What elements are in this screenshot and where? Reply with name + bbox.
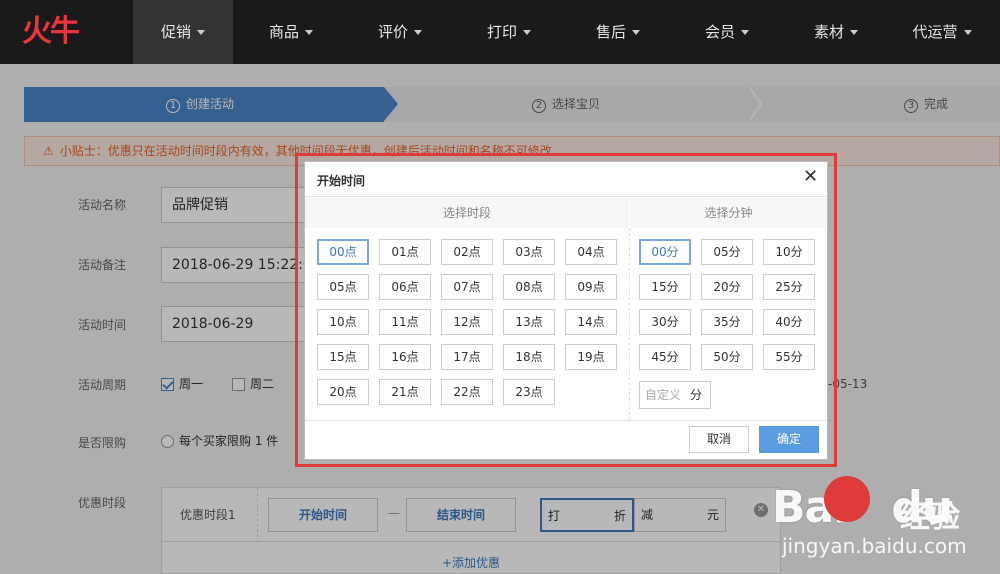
hour-option[interactable]: 06点 bbox=[379, 274, 431, 300]
divider bbox=[629, 228, 630, 420]
nav-label: 会员 bbox=[704, 23, 735, 41]
watermark-url: jingyan.baidu.com bbox=[782, 534, 967, 558]
hour-option[interactable]: 13点 bbox=[503, 309, 555, 335]
custom-placeholder: 自定义 bbox=[645, 388, 682, 402]
hour-option[interactable]: 14点 bbox=[565, 309, 617, 335]
minute-option[interactable]: 25分 bbox=[763, 274, 815, 300]
caret-down-icon bbox=[523, 30, 531, 35]
close-icon[interactable]: ✕ bbox=[803, 168, 818, 186]
caret-down-icon bbox=[197, 30, 205, 35]
minute-option[interactable]: 00分 bbox=[639, 239, 691, 265]
minute-option[interactable]: 10分 bbox=[763, 239, 815, 265]
hour-option[interactable]: 07点 bbox=[441, 274, 493, 300]
nav-label: 评价 bbox=[377, 23, 408, 41]
paw-icon bbox=[824, 476, 870, 522]
nav-label: 促销 bbox=[160, 23, 191, 41]
caret-down-icon bbox=[632, 30, 640, 35]
caret-down-icon bbox=[741, 30, 749, 35]
caret-down-icon bbox=[963, 30, 972, 35]
hour-option[interactable]: 17点 bbox=[441, 344, 493, 370]
minute-option[interactable]: 30分 bbox=[639, 309, 691, 335]
nav-item-material[interactable]: 素材 bbox=[786, 0, 886, 64]
minute-option[interactable]: 50分 bbox=[701, 344, 753, 370]
hour-option[interactable]: 23点 bbox=[503, 379, 555, 405]
nav-item-member[interactable]: 会员 bbox=[677, 0, 777, 64]
nav-item-print[interactable]: 打印 bbox=[459, 0, 559, 64]
hour-option[interactable]: 22点 bbox=[441, 379, 493, 405]
minute-option[interactable]: 55分 bbox=[763, 344, 815, 370]
minute-header: 选择分钟 bbox=[630, 198, 827, 228]
nav-label: 素材 bbox=[813, 23, 844, 41]
hour-option[interactable]: 12点 bbox=[441, 309, 493, 335]
caret-down-icon bbox=[850, 30, 858, 35]
minute-option[interactable]: 05分 bbox=[701, 239, 753, 265]
hour-option[interactable]: 19点 bbox=[565, 344, 617, 370]
nav-item-agency[interactable]: 代运营 bbox=[892, 0, 992, 64]
minute-option[interactable]: 15分 bbox=[639, 274, 691, 300]
top-nav: 火牛 促销 商品 评价 打印 售后 会员 素材 代运营 bbox=[0, 0, 1000, 64]
nav-item-promotion[interactable]: 促销 bbox=[133, 0, 233, 64]
custom-minute-input[interactable]: 自定义 分 bbox=[639, 381, 711, 409]
nav-item-goods[interactable]: 商品 bbox=[241, 0, 341, 64]
minute-option[interactable]: 45分 bbox=[639, 344, 691, 370]
nav-item-aftersale[interactable]: 售后 bbox=[568, 0, 668, 64]
hour-option[interactable]: 11点 bbox=[379, 309, 431, 335]
custom-unit: 分 bbox=[690, 388, 703, 402]
nav-label: 售后 bbox=[595, 23, 626, 41]
logo[interactable]: 火牛 bbox=[22, 12, 102, 52]
hour-option[interactable]: 08点 bbox=[503, 274, 555, 300]
hour-option[interactable]: 15点 bbox=[317, 344, 369, 370]
caret-down-icon bbox=[414, 30, 422, 35]
divider bbox=[305, 196, 827, 197]
hour-option[interactable]: 05点 bbox=[317, 274, 369, 300]
nav-label: 打印 bbox=[486, 23, 517, 41]
minute-option[interactable]: 35分 bbox=[701, 309, 753, 335]
hour-option[interactable]: 20点 bbox=[317, 379, 369, 405]
dialog-title: 开始时间 bbox=[317, 174, 366, 188]
hour-option[interactable]: 03点 bbox=[503, 239, 555, 265]
confirm-button[interactable]: 确定 bbox=[759, 426, 819, 453]
hour-option[interactable]: 21点 bbox=[379, 379, 431, 405]
hour-option[interactable]: 09点 bbox=[565, 274, 617, 300]
minute-option[interactable]: 40分 bbox=[763, 309, 815, 335]
hour-option[interactable]: 16点 bbox=[379, 344, 431, 370]
nav-label: 代运营 bbox=[912, 23, 958, 41]
cancel-button[interactable]: 取消 bbox=[689, 426, 749, 453]
hour-option[interactable]: 10点 bbox=[317, 309, 369, 335]
watermark-cn: 经验 bbox=[900, 500, 960, 535]
baidu-watermark: Bai du 经验 jingyan.baidu.com bbox=[764, 470, 1000, 574]
start-time-dialog: 开始时间 ✕ 选择时段 选择分钟 自定义 分 取消 确定 00点 01点 02点 03… bbox=[304, 161, 828, 460]
hour-option[interactable]: 02点 bbox=[441, 239, 493, 265]
nav-item-review[interactable]: 评价 bbox=[350, 0, 450, 64]
caret-down-icon bbox=[305, 30, 313, 35]
hour-option[interactable]: 18点 bbox=[503, 344, 555, 370]
minute-option[interactable]: 20分 bbox=[701, 274, 753, 300]
hour-header: 选择时段 bbox=[305, 198, 629, 228]
hour-option[interactable]: 01点 bbox=[379, 239, 431, 265]
hour-option[interactable]: 04点 bbox=[565, 239, 617, 265]
nav-label: 商品 bbox=[268, 23, 299, 41]
hour-option[interactable]: 00点 bbox=[317, 239, 369, 265]
divider bbox=[305, 420, 827, 421]
